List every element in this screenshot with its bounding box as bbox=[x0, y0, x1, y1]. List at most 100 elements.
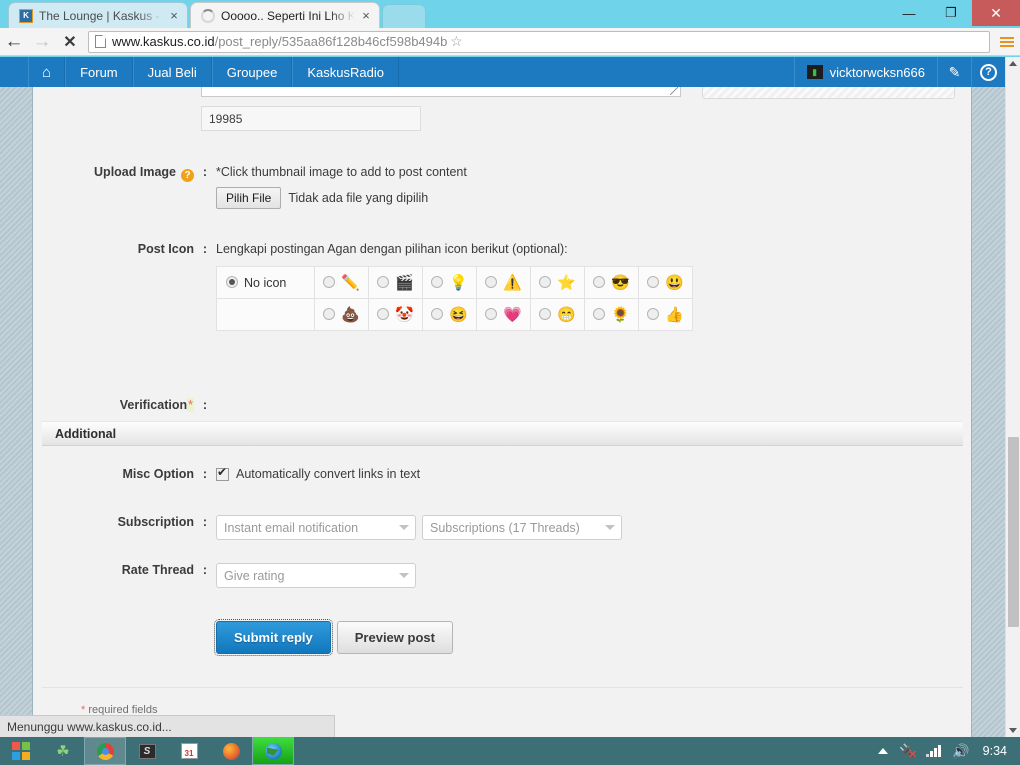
minimize-button[interactable]: — bbox=[888, 1, 930, 25]
post-icon-radio[interactable] bbox=[323, 308, 336, 321]
convert-links-checkbox[interactable] bbox=[216, 466, 229, 481]
flower-icon[interactable]: 🌻 bbox=[611, 306, 630, 323]
volume-icon[interactable]: 🔊 bbox=[952, 743, 969, 760]
back-icon[interactable]: ← bbox=[0, 29, 28, 55]
post-icon-option[interactable]: 💗 bbox=[476, 298, 531, 331]
sublime-icon[interactable]: S bbox=[126, 737, 168, 765]
character-counter-field[interactable]: 19985 bbox=[201, 106, 421, 131]
post-icon-radio[interactable] bbox=[593, 308, 606, 321]
post-icon-option[interactable]: 😎 bbox=[584, 266, 639, 299]
no-icon-radio[interactable] bbox=[226, 276, 238, 289]
post-icon-radio[interactable] bbox=[647, 308, 660, 321]
close-window-button[interactable]: ✕ bbox=[972, 0, 1020, 26]
clapperboard-icon[interactable]: 🎬 bbox=[395, 274, 414, 291]
clover-icon[interactable]: ☘ bbox=[42, 737, 84, 765]
battery-icon[interactable]: 🔌 ✕ bbox=[899, 743, 917, 761]
no-icon-option[interactable]: No icon bbox=[216, 266, 315, 299]
edit-pencil-icon[interactable]: ✎ bbox=[937, 57, 971, 87]
choose-file-button[interactable]: Pilih File bbox=[216, 187, 282, 209]
lightbulb-icon[interactable]: 💡 bbox=[449, 274, 468, 291]
address-bar[interactable]: www.kaskus.co.id/post_reply/535aa86f128b… bbox=[88, 30, 990, 53]
clock[interactable]: 9:34 bbox=[983, 744, 1007, 758]
browser-tab-post-reply[interactable]: Ooooo.. Seperti Ini Lho KT × bbox=[190, 2, 380, 28]
scroll-down-icon[interactable] bbox=[1009, 728, 1017, 733]
subscription-threads-value: Subscriptions (17 Threads) bbox=[430, 520, 580, 535]
post-icon-radio[interactable] bbox=[539, 308, 552, 321]
post-icon-option[interactable]: 💩 bbox=[314, 298, 369, 331]
grinning-blue-face-icon[interactable]: 😁 bbox=[557, 306, 576, 323]
post-icon-option[interactable]: ⭐ bbox=[530, 266, 585, 299]
help-badge-icon[interactable]: ? bbox=[181, 169, 194, 182]
clown-face-icon[interactable]: 🤡 bbox=[395, 306, 414, 323]
post-icon-radio[interactable] bbox=[377, 276, 390, 289]
sunglasses-face-icon[interactable]: 😎 bbox=[611, 274, 630, 291]
bookmark-star-icon[interactable]: ☆ bbox=[447, 33, 465, 50]
help-glyph: ? bbox=[980, 63, 997, 81]
warning-icon[interactable]: ⚠️ bbox=[503, 274, 522, 291]
post-icon-option[interactable]: 🤡 bbox=[368, 298, 423, 331]
post-icon-option[interactable]: 🎬 bbox=[368, 266, 423, 299]
post-icon-radio[interactable] bbox=[539, 276, 552, 289]
message-textarea[interactable] bbox=[201, 87, 681, 97]
tab-close-icon[interactable]: × bbox=[359, 9, 373, 23]
poop-icon[interactable]: 💩 bbox=[341, 306, 360, 323]
firefox-icon[interactable] bbox=[210, 737, 252, 765]
post-icon-radio[interactable] bbox=[377, 308, 390, 321]
subscription-body: Instant email notification Subscriptions… bbox=[216, 515, 971, 540]
idm-icon[interactable] bbox=[252, 737, 294, 765]
post-icon-radio[interactable] bbox=[593, 276, 606, 289]
form-row-misc-option: Misc Option : Automatically convert link… bbox=[34, 466, 971, 482]
post-icon-option[interactable]: 😆 bbox=[422, 298, 477, 331]
post-icon-radio[interactable] bbox=[485, 308, 498, 321]
post-icon-radio[interactable] bbox=[431, 308, 444, 321]
stop-loading-icon[interactable]: ✕ bbox=[56, 29, 84, 55]
chrome-menu-icon[interactable] bbox=[994, 29, 1020, 55]
scrollbar-thumb[interactable] bbox=[1008, 437, 1019, 627]
pencil-icon[interactable]: ✏️ bbox=[341, 274, 360, 291]
scroll-up-icon[interactable] bbox=[1009, 61, 1017, 66]
windows-start-icon[interactable] bbox=[0, 737, 42, 765]
post-icon-option[interactable]: 👍 bbox=[638, 298, 693, 331]
browser-tab-lounge[interactable]: K The Lounge | Kaskus - The × bbox=[8, 2, 188, 28]
rate-thread-select[interactable]: Give rating bbox=[216, 563, 416, 588]
heart-icon[interactable]: 💗 bbox=[503, 306, 522, 323]
laughing-face-icon[interactable]: 😆 bbox=[449, 306, 468, 323]
nav-home-icon[interactable]: ⌂ bbox=[28, 57, 66, 87]
post-icon-radio[interactable] bbox=[323, 276, 336, 289]
post-icon-radio[interactable] bbox=[431, 276, 444, 289]
chrome-icon[interactable] bbox=[84, 737, 126, 765]
post-icon-option[interactable]: 💡 bbox=[422, 266, 477, 299]
upload-image-label-text: Upload Image bbox=[94, 165, 176, 179]
post-icon-option[interactable]: ✏️ bbox=[314, 266, 369, 299]
nav-item-jual-beli[interactable]: Jual Beli bbox=[132, 57, 212, 87]
maximize-button[interactable]: ❐ bbox=[930, 1, 972, 25]
calendar-icon[interactable]: 31 bbox=[168, 737, 210, 765]
user-menu[interactable]: ▮ vicktorwcksn666 bbox=[793, 57, 937, 87]
help-icon[interactable]: ? bbox=[971, 57, 1005, 87]
thumbs-up-icon[interactable]: 👍 bbox=[665, 306, 684, 323]
preview-post-button[interactable]: Preview post bbox=[336, 621, 453, 654]
post-icon-option[interactable]: 🌻 bbox=[584, 298, 639, 331]
tray-expand-icon[interactable] bbox=[878, 748, 889, 754]
page-scrollbar[interactable] bbox=[1005, 57, 1020, 737]
post-icon-radio[interactable] bbox=[485, 276, 498, 289]
nav-item-kaskusradio[interactable]: KaskusRadio bbox=[292, 57, 399, 87]
textarea-resize-handle[interactable] bbox=[670, 87, 678, 95]
post-icon-option[interactable]: 😃 bbox=[638, 266, 693, 299]
network-signal-icon[interactable] bbox=[926, 745, 942, 757]
nav-item-forum[interactable]: Forum bbox=[65, 57, 133, 87]
post-icon-option[interactable]: 😁 bbox=[530, 298, 585, 331]
subscription-mode-select[interactable]: Instant email notification bbox=[216, 515, 416, 540]
row-colon: : bbox=[202, 398, 208, 412]
new-tab-button[interactable] bbox=[382, 4, 426, 28]
star-icon[interactable]: ⭐ bbox=[557, 274, 576, 291]
post-icon-radio[interactable] bbox=[647, 276, 660, 289]
nav-item-groupee[interactable]: Groupee bbox=[211, 57, 293, 87]
forward-icon[interactable]: → bbox=[28, 29, 56, 55]
submit-reply-button[interactable]: Submit reply bbox=[214, 619, 333, 656]
tab-close-icon[interactable]: × bbox=[167, 9, 181, 23]
subscription-threads-select[interactable]: Subscriptions (17 Threads) bbox=[422, 515, 622, 540]
post-icon-option[interactable]: ⚠️ bbox=[476, 266, 531, 299]
smiley-face-icon[interactable]: 😃 bbox=[665, 274, 684, 291]
page-document-icon bbox=[95, 35, 106, 48]
